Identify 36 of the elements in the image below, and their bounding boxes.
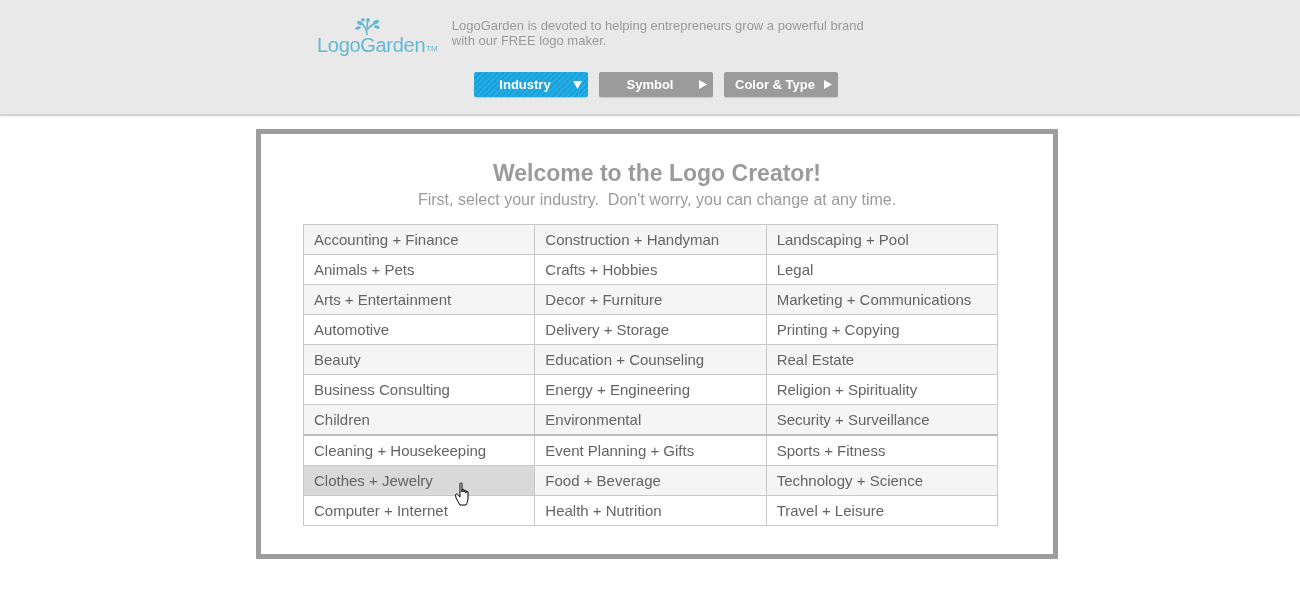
tagline-text: LogoGarden is devoted to helping entrepreneurs grow a powerful brand with our FREE logo maker. [451,18,864,48]
industry-option[interactable]: Animals + Pets [303,254,535,285]
industry-option[interactable]: Technology + Science [766,465,998,496]
industry-option[interactable]: Travel + Leisure [766,495,998,526]
industry-option[interactable]: Real Estate [766,344,998,375]
industry-option[interactable]: Legal [766,254,998,285]
industry-option[interactable]: Business Consulting [303,374,535,405]
caret-right-icon [697,80,707,89]
industry-option[interactable]: Printing + Copying [766,314,998,345]
industry-option[interactable]: Decor + Furniture [534,284,767,315]
industry-option[interactable]: Automotive [303,314,535,345]
tree-icon [352,18,382,35]
industry-option[interactable]: Arts + Entertainment [303,284,535,315]
trademark-text: TM [426,45,438,53]
industry-option[interactable]: Event Planning + Gifts [534,435,767,466]
industry-option[interactable]: Energy + Engineering [534,374,767,405]
industry-option[interactable]: Food + Beverage [534,465,767,496]
industry-option[interactable]: Computer + Internet [303,495,535,526]
welcome-title: Welcome to the Logo Creator! [492,159,822,188]
industry-option[interactable]: Landscaping + Pool [766,224,998,255]
industry-option[interactable]: Construction + Handyman [534,224,767,255]
welcome-subtitle: First, select your industry. Don't worry, you can change at any time. [416,190,898,210]
industry-option[interactable]: Health + Nutrition [534,495,767,526]
industry-option[interactable]: Marketing + Communications [766,284,998,315]
industry-option[interactable]: Religion + Spirituality [766,374,998,405]
logo-text: LogoGarden [317,35,426,55]
caret-right-icon [822,80,832,89]
industry-option[interactable]: Education + Counseling [534,344,767,375]
step-tab[interactable]: Industry [473,72,588,97]
industry-option[interactable]: Crafts + Hobbies [534,254,767,285]
industry-option[interactable]: Cleaning + Housekeeping [303,435,535,466]
caret-down-icon [572,80,582,89]
industry-option[interactable]: Sports + Fitness [766,435,998,466]
industry-option[interactable]: Accounting + Finance [303,224,535,255]
industry-option[interactable]: Beauty [303,344,535,375]
industry-option[interactable]: Delivery + Storage [534,314,767,345]
